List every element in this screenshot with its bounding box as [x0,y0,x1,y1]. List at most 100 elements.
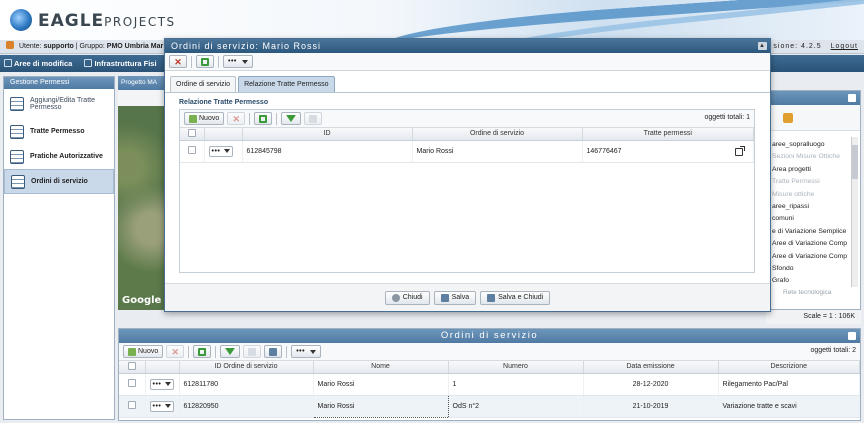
version-label: sione: 4.2.5 [773,43,822,50]
filter-button[interactable] [281,112,302,125]
column-header[interactable]: Data emissione [583,361,719,374]
cell-descrizione: Variazione tratte e scavi [718,395,860,418]
pencil-icon[interactable] [783,113,793,123]
tab-ordine-di-servizio[interactable]: Ordine di servizio [170,76,237,92]
infrastructure-icon [84,59,93,67]
row-checkbox[interactable] [127,401,136,409]
refresh-button[interactable] [254,112,273,125]
map-panel[interactable]: Progetto MA Google [118,76,166,310]
refresh-button[interactable] [196,55,214,68]
version-logout: sione: 4.2.5 Logout [773,40,858,54]
logout-link[interactable]: Logout [831,43,858,50]
layer-group-rete[interactable]: Rete tecnologica [783,289,831,296]
edit-area-icon [4,59,12,67]
new-button[interactable]: Nuovo [123,345,164,358]
grid-panel-title: Ordini di servizio [119,329,860,343]
refresh-button[interactable] [193,345,212,358]
layer-item[interactable]: Misure ottiche [772,189,850,201]
sidebar-item-tratte-permesso[interactable]: Tratte Permesso [4,119,114,144]
delete-button[interactable]: ✕ [227,112,246,125]
clear-filter-button[interactable] [243,345,262,358]
row-actions-dropdown[interactable]: ••• [149,400,174,412]
map-toolbar [118,90,166,106]
layer-item[interactable]: Area progetti [772,164,850,176]
table-row[interactable]: ••• 612820950 Mario Rossi OdS n°2 21-10-… [119,394,860,418]
document-icon [10,149,24,164]
sidebar-item-ordini-di-servizio[interactable]: Ordini di servizio [4,169,114,194]
map-title: Progetto MA [118,76,166,90]
layer-item[interactable]: aree_ripassi [772,201,850,213]
row-actions-dropdown[interactable]: ••• [208,145,233,157]
menu-infrastruttura[interactable]: Infrastruttura Fisi [84,59,157,68]
cell-id: 612811780 [179,373,314,396]
filter-button[interactable] [220,345,241,358]
cell-nome[interactable]: Mario Rossi [312,394,449,418]
table-row[interactable]: ••• 612845798 Mario Rossi 146776467 [180,140,754,163]
row-checkbox[interactable] [127,379,136,387]
layer-item[interactable]: Grafo [772,275,850,287]
column-header[interactable]: Descrizione [718,361,860,374]
user-name: supporto [43,43,74,50]
export-button[interactable] [264,345,283,358]
table-row[interactable]: ••• 612811780 Mario Rossi 1 28-12-2020 R… [119,373,860,396]
maximize-icon[interactable]: ▲ [758,42,767,50]
layer-item[interactable]: Sezioni Misure Ottiche [772,151,850,163]
column-header[interactable]: ID Ordine di servizio [179,361,314,374]
layers-panel-header [767,91,860,105]
layer-item[interactable]: Tratte Permessi [772,176,850,188]
expand-icon[interactable] [848,332,856,340]
document-icon [11,174,25,189]
left-panel: Gestione Permessi Aggiungi/Edita Tratte … [3,76,115,420]
select-all-checkbox[interactable] [127,361,136,370]
menu-aree-di-modifica[interactable]: Aree di modifica [4,59,72,68]
select-all-header[interactable] [119,361,146,374]
column-header[interactable]: Ordine di servizio [412,128,583,141]
column-header[interactable]: ID [242,128,413,141]
layer-item[interactable]: Aree di Variazione Comp [772,238,850,250]
tab-relazione-tratte-permesso[interactable]: Relazione Tratte Permesso [238,76,335,92]
total-count: oggetti totali: 2 [810,347,856,354]
layers-panel: aree_sopralluogo Sezioni Misure Ottiche … [766,90,861,310]
column-header[interactable]: Tratte permessi [582,128,754,141]
chevron-down-icon [165,404,172,408]
ordini-grid-panel: Ordini di servizio Nuovo ✕ ••• oggetti t… [118,328,861,421]
delete-icon: ✕ [174,56,182,67]
layers-scrollbar[interactable] [851,137,858,287]
chevron-down-icon [224,149,231,153]
layer-item[interactable]: Sfondo [772,263,850,275]
layer-item[interactable]: aree_sopralluogo [772,139,850,151]
sidebar-item-aggiungi-tratte[interactable]: Aggiungi/Edita Tratte Permesso [4,89,114,119]
delete-button[interactable]: ✕ [169,55,187,68]
open-external-icon[interactable] [735,145,745,156]
map-satellite-view[interactable] [118,106,166,310]
dialog-tabs: Ordine di servizio Relazione Tratte Perm… [165,71,770,93]
relazione-table: ID Ordine di servizio Tratte permessi ••… [180,128,754,163]
row-actions-dropdown[interactable]: ••• [149,378,174,390]
google-logo: Google [122,295,162,306]
expand-icon[interactable] [848,94,856,102]
new-button[interactable]: Nuovo [184,112,225,125]
layers-toolbar [767,105,860,131]
column-header[interactable]: Nome [313,361,449,374]
close-icon [391,293,400,302]
dialog-title-bar[interactable]: Ordini di servizio: Mario Rossi ▲ [165,39,770,53]
save-button[interactable]: Salva [433,290,477,305]
save-and-close-button[interactable]: Salva e Chiudi [480,290,551,305]
select-all-checkbox[interactable] [187,128,196,137]
more-actions-dropdown[interactable]: ••• [291,345,322,358]
column-header[interactable]: Numero [448,361,584,374]
scrollbar-thumb[interactable] [852,145,858,179]
chevron-down-icon [310,349,317,354]
more-actions-dropdown[interactable]: ••• [223,55,253,68]
sidebar-item-pratiche[interactable]: Pratiche Autorizzative [4,144,114,169]
delete-button[interactable]: ✕ [166,345,185,358]
close-button[interactable]: Chiudi [384,290,430,305]
row-checkbox[interactable] [187,146,196,154]
cell-tratte: 146776467 [582,140,754,163]
clear-filter-button[interactable] [304,112,323,125]
add-icon [128,347,136,356]
cell-id: 612820950 [179,395,314,418]
layer-item[interactable]: e di Variazione Semplice [772,226,850,238]
layer-item[interactable]: Aree di Variazione Comp [772,251,850,263]
layer-item[interactable]: comuni [772,213,850,225]
